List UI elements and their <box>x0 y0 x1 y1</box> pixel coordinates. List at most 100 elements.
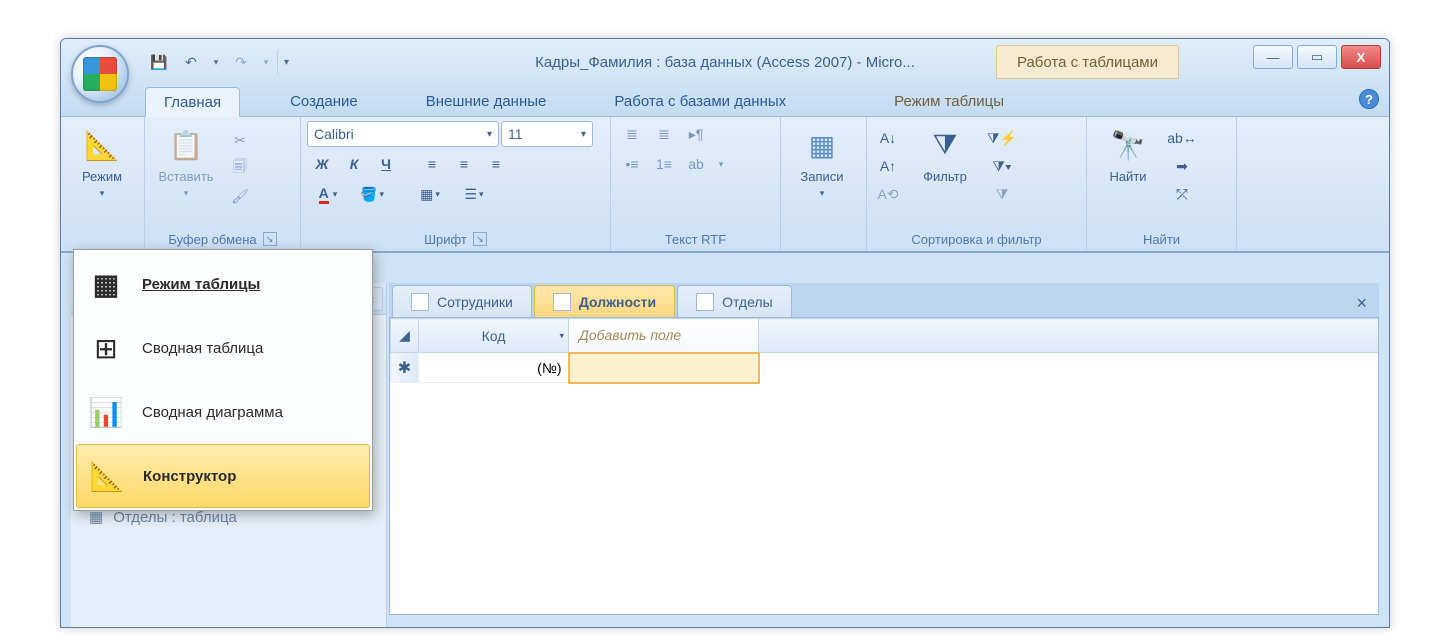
menu-item-datasheet-view[interactable]: ▦ Режим таблицы <box>76 252 370 316</box>
advanced-filter-button[interactable]: ⧩▾ <box>987 153 1017 179</box>
records-button[interactable]: ▦ Записи <box>787 121 857 229</box>
fill-color-button[interactable]: 🪣 <box>351 181 393 207</box>
goto-button[interactable]: ➡ <box>1167 153 1197 179</box>
toggle-filter-button[interactable]: ⧩ <box>987 181 1017 207</box>
chevron-down-icon <box>479 189 484 200</box>
maximize-button[interactable]: ▭ <box>1297 45 1337 69</box>
numbering-button[interactable]: 1≡ <box>649 151 679 177</box>
clear-sort-button[interactable]: A⟲ <box>873 181 903 207</box>
view-label: Режим <box>82 169 122 184</box>
app-window: 💾 ↶ ↷ Кадры_Фамилия : база данных (Acces… <box>60 38 1390 628</box>
copy-button[interactable]: 🗐 <box>225 155 255 181</box>
tab-home[interactable]: Главная <box>145 87 240 117</box>
title-bar: 💾 ↶ ↷ Кадры_Фамилия : база данных (Acces… <box>61 39 1389 85</box>
document-tab[interactable]: Сотрудники <box>392 285 532 317</box>
tab-external-data[interactable]: Внешние данные <box>408 86 565 116</box>
menu-item-pivot-table[interactable]: ⊞ Сводная таблица <box>76 316 370 380</box>
highlight-button[interactable]: ab <box>681 151 711 177</box>
tab-database-tools[interactable]: Работа с базами данных <box>596 86 804 116</box>
bullets-button[interactable]: •≡ <box>617 151 647 177</box>
align-right-button[interactable]: ≡ <box>481 151 511 177</box>
decrease-list-button[interactable]: ≣ <box>617 121 647 147</box>
replace-icon: ab↔ <box>1167 130 1197 146</box>
font-name-combo[interactable]: Calibri <box>307 121 499 147</box>
group-label-views <box>67 229 138 249</box>
cell-empty <box>759 353 1379 383</box>
contextual-tab-header: Работа с таблицами <box>996 45 1179 79</box>
table-row-new[interactable]: (№) <box>391 353 1379 383</box>
menu-label: Сводная таблица <box>142 340 263 357</box>
cut-button[interactable]: ✂ <box>225 127 255 153</box>
find-button[interactable]: 🔭 Найти <box>1093 121 1163 229</box>
bold-button[interactable]: Ж <box>307 151 337 177</box>
view-button[interactable]: 📐 Режим <box>67 121 137 229</box>
redo-dropdown[interactable] <box>259 49 273 75</box>
underline-button[interactable]: Ч <box>371 151 401 177</box>
document-tab[interactable]: Должности <box>534 285 675 317</box>
cell[interactable]: (№) <box>419 353 569 383</box>
chevron-down-icon[interactable] <box>559 330 564 341</box>
sort-asc-button[interactable]: A↓ <box>873 125 903 151</box>
qat-customize-button[interactable] <box>277 49 295 75</box>
font-size-value: 11 <box>508 126 523 142</box>
clipboard-icon: 📋 <box>166 125 206 165</box>
select-all-corner[interactable]: ◢ <box>391 319 419 353</box>
save-button[interactable]: 💾 <box>145 49 173 75</box>
ltr-button[interactable]: ▸¶ <box>681 121 711 147</box>
add-field-column[interactable]: Добавить поле <box>569 319 759 353</box>
tab-create[interactable]: Создание <box>272 86 376 116</box>
undo-button[interactable]: ↶ <box>177 49 205 75</box>
increase-list-button[interactable]: ≣ <box>649 121 679 147</box>
doc-tab-label: Сотрудники <box>437 294 513 310</box>
table-icon: ▦ <box>802 125 842 165</box>
office-logo-icon <box>83 57 117 91</box>
doc-tab-label: Должности <box>579 294 656 310</box>
maximize-icon: ▭ <box>1311 49 1323 65</box>
document-close-button[interactable]: × <box>1356 293 1367 314</box>
arrow-right-icon: ➡ <box>1176 158 1188 175</box>
align-left-button[interactable]: ≡ <box>417 151 447 177</box>
replace-button[interactable]: ab↔ <box>1167 125 1197 151</box>
group-clipboard: 📋 Вставить ✂ 🗐 🖌 Буфер обмена↘ <box>145 117 301 251</box>
minimize-button[interactable]: — <box>1253 45 1293 69</box>
font-size-combo[interactable]: 11 <box>501 121 593 147</box>
row-selector-new[interactable] <box>391 353 419 383</box>
italic-button[interactable]: К <box>339 151 369 177</box>
font-color-button[interactable]: A <box>307 181 349 207</box>
align-center-button[interactable]: ≡ <box>449 151 479 177</box>
highlight-dropdown[interactable] <box>713 151 729 177</box>
filter-button[interactable]: ⧩ Фильтр <box>907 121 983 229</box>
gridlines-button[interactable]: ▦ <box>409 181 451 207</box>
document-tab-strip: Сотрудники Должности Отделы × <box>389 283 1379 317</box>
funnel-gear-icon: ⧩▾ <box>992 158 1011 175</box>
group-views: 📐 Режим <box>61 117 145 251</box>
paste-button[interactable]: 📋 Вставить <box>151 121 221 229</box>
column-header[interactable]: Код <box>419 319 569 353</box>
column-space <box>759 319 1379 353</box>
format-painter-button[interactable]: 🖌 <box>225 183 255 209</box>
alt-row-color-button[interactable]: ☰ <box>453 181 495 207</box>
ribbon-tab-strip: Главная Создание Внешние данные Работа с… <box>61 85 1389 117</box>
font-color-icon: A <box>319 185 329 204</box>
chevron-down-icon <box>100 188 105 199</box>
sort-desc-button[interactable]: A↑ <box>873 153 903 179</box>
close-button[interactable]: X <box>1341 45 1381 69</box>
records-group-label <box>787 229 860 249</box>
document-tab[interactable]: Отделы <box>677 285 792 317</box>
document-area: Сотрудники Должности Отделы × ◢ Код Доба… <box>389 283 1379 615</box>
menu-item-design-view[interactable]: 📐 Конструктор <box>76 444 370 508</box>
redo-button[interactable]: ↷ <box>227 49 255 75</box>
font-launcher[interactable]: ↘ <box>473 232 487 246</box>
clipboard-launcher[interactable]: ↘ <box>263 232 277 246</box>
menu-item-pivot-chart[interactable]: 📊 Сводная диаграмма <box>76 380 370 444</box>
menu-label: Конструктор <box>143 468 236 485</box>
group-find: 🔭 Найти ab↔ ➡ ⤱ Найти <box>1087 117 1237 251</box>
selection-filter-button[interactable]: ⧩⚡ <box>987 125 1017 151</box>
tab-table-mode[interactable]: Режим таблицы <box>876 86 1022 116</box>
help-button[interactable]: ? <box>1359 89 1379 109</box>
ribbon: 📐 Режим 📋 Вставить ✂ 🗐 🖌 <box>61 117 1389 253</box>
undo-dropdown[interactable] <box>209 49 223 75</box>
office-button[interactable] <box>71 45 129 103</box>
select-button[interactable]: ⤱ <box>1167 181 1197 207</box>
active-cell[interactable] <box>569 353 759 383</box>
